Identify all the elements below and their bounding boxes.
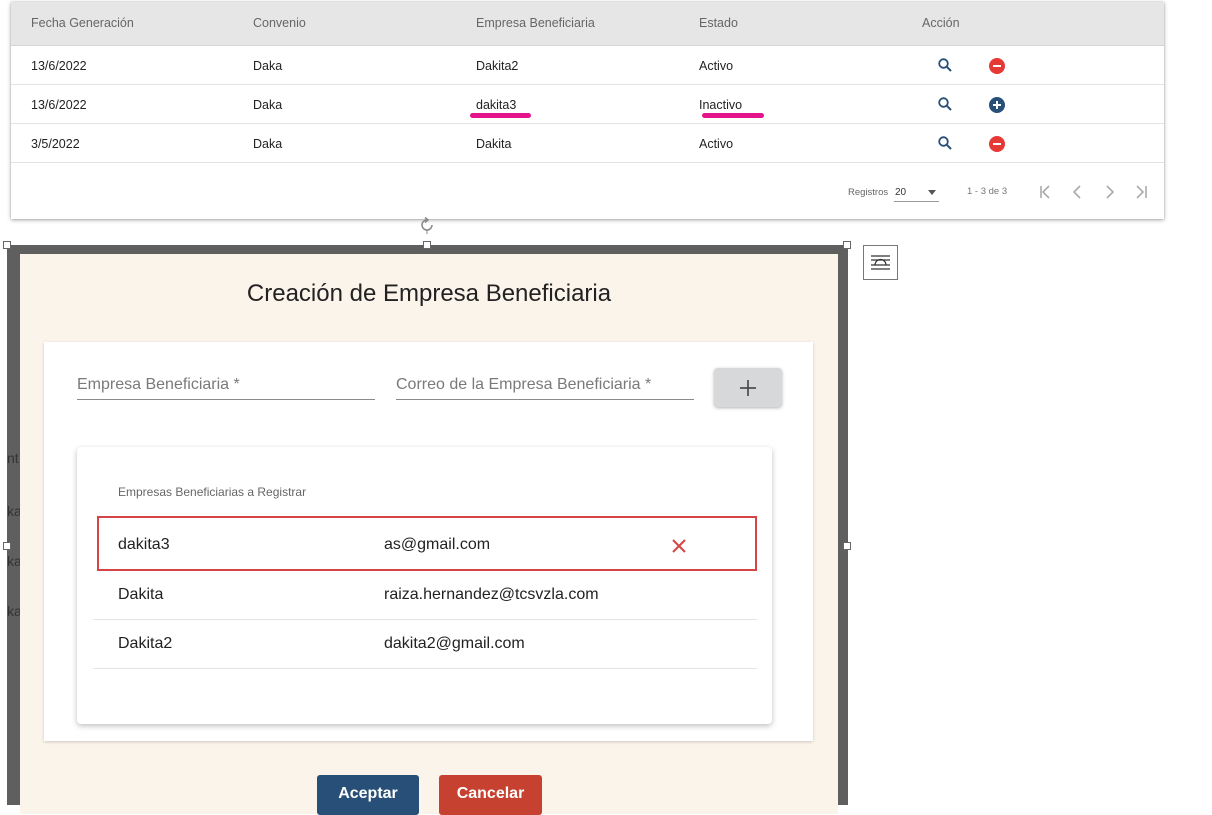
add-circle-icon[interactable]: [989, 97, 1005, 113]
cell-estado: Activo: [699, 137, 734, 151]
plus-icon: [740, 380, 756, 396]
page-range: 1 - 3 de 3: [967, 186, 1008, 197]
item-name: dakita3: [118, 536, 170, 553]
table-row: 13/6/2022 Daka dakita3 Inactivo: [11, 85, 1164, 124]
rotate-handle-icon[interactable]: [418, 216, 436, 234]
resize-handle[interactable]: [843, 241, 851, 249]
last-page-icon[interactable]: [1132, 183, 1150, 201]
create-beneficiary-dialog: Creación de Empresa Beneficiaria Empresa…: [20, 254, 838, 815]
correo-field[interactable]: [396, 370, 694, 400]
first-page-icon[interactable]: [1037, 183, 1055, 201]
item-email: dakita2@gmail.com: [384, 635, 525, 652]
page-size-select[interactable]: 20: [894, 184, 939, 202]
accept-button[interactable]: Aceptar: [317, 775, 419, 815]
page-size-label: Registros: [848, 187, 889, 198]
beneficiary-table: Fecha Generación Convenio Empresa Benefi…: [11, 2, 1164, 219]
table-row: 13/6/2022 Daka Dakita2 Activo: [11, 46, 1164, 85]
form-card: Empresas Beneficiarias a Registrar dakit…: [44, 342, 813, 741]
page-size-value: 20: [895, 187, 907, 198]
cell-convenio: Daka: [253, 98, 283, 112]
search-icon[interactable]: [937, 57, 953, 73]
table-header: Fecha Generación Convenio Empresa Benefi…: [11, 2, 1164, 46]
item-name: Dakita2: [118, 635, 173, 652]
search-icon[interactable]: [937, 96, 953, 112]
resize-handle[interactable]: [3, 542, 11, 550]
empresa-input[interactable]: [77, 370, 375, 399]
highlight-mark: [702, 113, 764, 118]
table-row: 3/5/2022 Daka Dakita Activo: [11, 124, 1164, 163]
item-name: Dakita: [118, 586, 164, 603]
resize-handle[interactable]: [843, 542, 851, 550]
search-icon[interactable]: [937, 135, 953, 151]
previous-page-icon[interactable]: [1069, 183, 1087, 201]
layout-options-button[interactable]: [863, 245, 898, 280]
list-item[interactable]: dakita3 as@gmail.com: [97, 516, 757, 571]
paginator: Registros 20 1 - 3 de 3: [11, 164, 1164, 219]
remove-circle-icon[interactable]: [989, 58, 1005, 74]
highlight-mark: [470, 113, 531, 118]
add-beneficiary-button[interactable]: [714, 368, 782, 407]
list-item[interactable]: Dakita2 dakita2@gmail.com: [93, 619, 757, 669]
header-convenio[interactable]: Convenio: [253, 16, 306, 30]
list-title: Empresas Beneficiarias a Registrar: [118, 485, 307, 499]
resize-handle[interactable]: [3, 241, 11, 249]
text-wrap-icon: [871, 255, 890, 270]
header-empresa[interactable]: Empresa Beneficiaria: [476, 16, 595, 30]
header-fecha[interactable]: Fecha Generación: [31, 16, 134, 30]
cell-estado: Activo: [699, 59, 734, 73]
remove-circle-icon[interactable]: [989, 136, 1005, 152]
dialog-title: Creación de Empresa Beneficiaria: [246, 280, 612, 307]
correo-input[interactable]: [396, 370, 694, 399]
cell-fecha: 13/6/2022: [31, 98, 87, 112]
cancel-label: Cancelar: [456, 785, 525, 802]
cell-fecha: 3/5/2022: [31, 137, 80, 151]
resize-handle[interactable]: [423, 241, 431, 249]
next-page-icon[interactable]: [1101, 183, 1119, 201]
cell-empresa: Dakita2: [476, 59, 519, 73]
item-email: as@gmail.com: [384, 536, 491, 553]
close-icon[interactable]: [670, 537, 688, 555]
cell-convenio: Daka: [253, 59, 283, 73]
cell-empresa: Dakita: [476, 137, 512, 151]
background-page-text: nt ka ka ka: [7, 450, 21, 619]
cell-convenio: Daka: [253, 137, 283, 151]
cell-empresa: dakita3: [476, 98, 517, 112]
header-estado[interactable]: Estado: [699, 16, 738, 30]
cancel-button[interactable]: Cancelar: [439, 775, 542, 815]
cell-estado: Inactivo: [699, 98, 743, 112]
beneficiaries-list-card: Empresas Beneficiarias a Registrar dakit…: [77, 447, 772, 724]
caret-down-icon: [928, 190, 936, 195]
cell-fecha: 13/6/2022: [31, 59, 87, 73]
header-accion: Acción: [922, 16, 960, 30]
accept-label: Aceptar: [338, 785, 398, 802]
item-email: raiza.hernandez@tcsvzla.com: [384, 586, 599, 603]
empresa-field[interactable]: [77, 370, 375, 400]
list-item[interactable]: Dakita raiza.hernandez@tcsvzla.com: [93, 570, 757, 620]
